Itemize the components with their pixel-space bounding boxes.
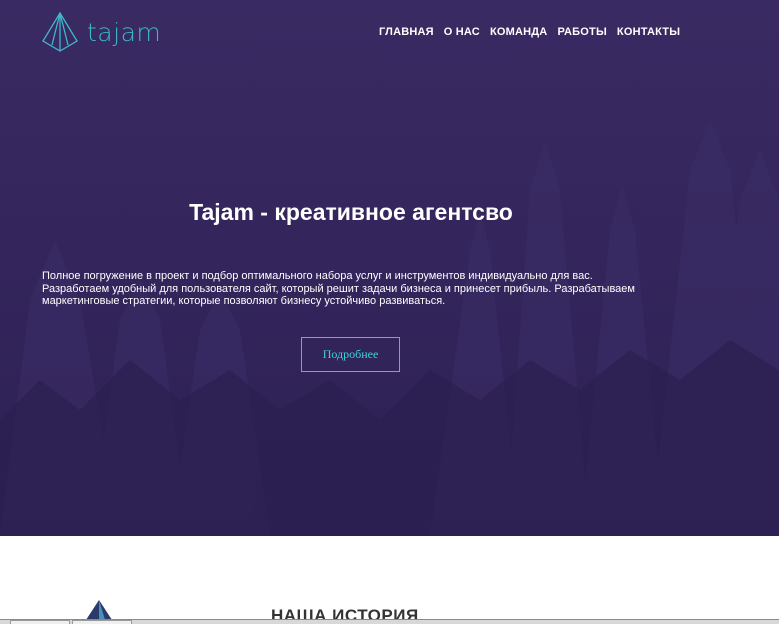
hero-description-line: Разработаем удобный для пользователя сай…	[42, 282, 635, 295]
nav-link-works[interactable]: РАБОТЫ	[557, 26, 606, 38]
nav-link-contacts[interactable]: КОНТАКТЫ	[617, 26, 680, 38]
taskbar-button[interactable]	[72, 620, 132, 624]
nav-link-home[interactable]: ГЛАВНАЯ	[379, 26, 434, 38]
main-nav: ГЛАВНАЯ О НАС КОМАНДА РАБОТЫ КОНТАКТЫ	[379, 26, 680, 38]
hero-description: Полное погружение в проект и подбор опти…	[42, 270, 682, 308]
logo[interactable]: tajam	[41, 11, 161, 53]
nav-link-team[interactable]: КОМАНДА	[490, 26, 548, 38]
nav-link-about[interactable]: О НАС	[444, 26, 480, 38]
hero-section: tajam ГЛАВНАЯ О НАС КОМАНДА РАБОТЫ КОНТА…	[0, 0, 779, 536]
forest-background	[0, 120, 779, 536]
hero-title: Tajam - креативное агентсво	[189, 199, 513, 225]
more-button[interactable]: Подробнее	[301, 337, 400, 372]
hero-description-line: Полное погружение в проект и подбор опти…	[42, 270, 593, 282]
pyramid-logo-icon	[42, 11, 78, 52]
hero-description-line: маркетинговые стратегии, которые позволя…	[42, 295, 446, 307]
brand-name: tajam	[87, 17, 162, 47]
taskbar-button[interactable]	[10, 620, 70, 624]
